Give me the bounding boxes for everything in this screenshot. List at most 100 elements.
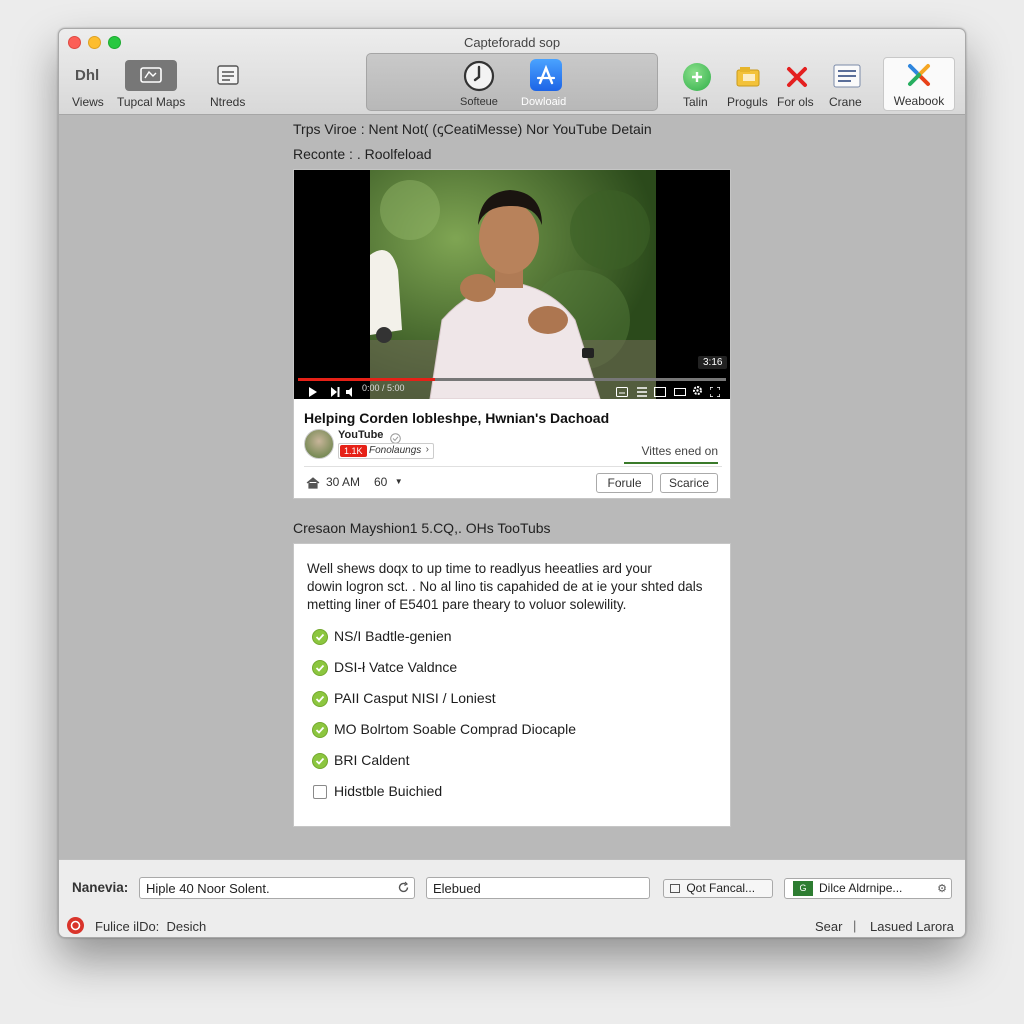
dropdown-arrow-icon: ▼ xyxy=(394,477,403,486)
toolbar-download[interactable]: Dowloaid xyxy=(517,56,587,110)
description-line-1: Well shews doqx to up time to readlyus h… xyxy=(307,561,652,576)
lasued-link[interactable]: Lasued Larora xyxy=(870,919,954,934)
fancal-button[interactable]: Qot Fancal... xyxy=(663,879,773,898)
check-item-label: Hidstble Buichied xyxy=(334,783,443,799)
count-value: 60 xyxy=(374,475,388,489)
colorful-x-icon xyxy=(906,62,932,93)
status-alert-icon xyxy=(67,917,84,934)
views-underline xyxy=(624,462,718,464)
elebued-input[interactable]: Elebued xyxy=(426,877,650,899)
aldrnipe-value: Dilce Aldrnipe... xyxy=(819,881,903,895)
fullscreen-icon[interactable] xyxy=(709,384,721,399)
titlebar: Capteforadd sop Dhl Views Tupcal Maps Nt… xyxy=(59,29,965,115)
check-circle-icon xyxy=(312,660,328,676)
fancal-label: Qot Fancal... xyxy=(686,881,756,895)
check-circle-icon xyxy=(312,722,328,738)
search-button[interactable]: Scarice xyxy=(660,473,718,493)
status-separator: | xyxy=(853,918,857,933)
channel-avatar[interactable] xyxy=(304,429,334,459)
maps-icon xyxy=(125,60,177,91)
app-window: Capteforadd sop Dhl Views Tupcal Maps Nt… xyxy=(58,28,966,938)
home-icon[interactable] xyxy=(306,476,320,494)
chevron-right-icon: › xyxy=(425,444,429,455)
toolbar-talin[interactable]: Talin xyxy=(677,59,717,113)
duration-badge: 3:16 xyxy=(698,356,728,369)
description-panel: Well shews doqx to up time to readlyus h… xyxy=(293,543,731,827)
green-plus-icon xyxy=(683,63,711,91)
page-heading: Trps Viroe : Nent Not( (ꞔCeatiMesse) Nor… xyxy=(293,121,652,137)
toolbar-segment-group: Softeue Dowloaid xyxy=(366,53,658,111)
checkbox-empty-icon xyxy=(313,785,327,799)
check-item-label: BRI Caldent xyxy=(334,752,410,768)
time-text: 30 AM xyxy=(326,475,361,489)
software-label: Softeue xyxy=(460,96,498,108)
search-link[interactable]: Sear xyxy=(815,919,842,934)
nav-input-value: Hiple 40 Noor Solent. xyxy=(146,881,270,896)
nav-input[interactable]: Hiple 40 Noor Solent. xyxy=(139,877,415,899)
proguis-label: Proguls xyxy=(727,95,768,109)
toolbar-forals[interactable]: For ols xyxy=(775,59,819,113)
subscribe-button[interactable]: 1.1K Fonolaungs › xyxy=(338,443,434,459)
follow-button[interactable]: Forule xyxy=(596,473,653,493)
toolbar-software[interactable]: Softeue xyxy=(445,56,515,110)
download-label: Dowloaid xyxy=(521,96,567,108)
dhl-text: Dhl xyxy=(75,67,100,84)
bottom-bar: Nanevia: Hiple 40 Noor Solent. Elebued Q… xyxy=(59,859,965,937)
toolbar-typical-maps[interactable]: Tupcal Maps xyxy=(115,59,191,113)
subscribe-badge: 1.1K xyxy=(340,445,367,457)
window-title: Capteforadd sop xyxy=(463,35,561,50)
views-text: Vittes ened on xyxy=(641,444,718,458)
theater-icon[interactable] xyxy=(674,384,686,399)
check-circle-icon xyxy=(312,753,328,769)
chapters-icon[interactable] xyxy=(636,384,648,399)
red-x-icon xyxy=(785,65,809,94)
time-label: 0:00 / 5:00 xyxy=(362,383,405,393)
folder-icon xyxy=(735,65,761,94)
video-frame xyxy=(370,170,656,399)
table-icon xyxy=(833,64,861,93)
crane-label: Crane xyxy=(829,95,862,109)
check-circle-icon xyxy=(312,629,328,645)
count-select[interactable]: 60 ▼ xyxy=(374,475,403,489)
toolbar-ntreds[interactable]: Ntreds xyxy=(205,59,251,113)
video-card: 3:16 0:00 / 5:00 Helping Corden lobleshp… xyxy=(293,169,731,499)
check-item-label: MO Bolrtom Soable Comprad Diocaple xyxy=(334,721,576,737)
toolbar-views[interactable]: Dhl Views xyxy=(67,59,111,113)
green-app-icon: G xyxy=(793,881,813,896)
forals-label: For ols xyxy=(777,95,814,109)
toolbar-crane[interactable]: Crane xyxy=(825,59,869,113)
aldrnipe-input[interactable]: G Dilce Aldrnipe... ⚙ xyxy=(784,878,952,899)
toolbar-weabook[interactable]: Weabook xyxy=(883,57,955,111)
video-title[interactable]: Helping Corden lobleshpe, Hwnian's Dacho… xyxy=(304,410,609,426)
volume-icon[interactable] xyxy=(346,384,358,399)
refresh-icon[interactable] xyxy=(397,881,410,897)
views-label: Views xyxy=(72,95,104,109)
play-icon[interactable] xyxy=(308,384,318,399)
next-icon[interactable] xyxy=(330,384,340,399)
description-line-3: metting liner of E5401 pare theary to vo… xyxy=(307,597,627,612)
list-icon xyxy=(217,65,239,90)
clock-icon xyxy=(463,60,495,97)
app-store-icon xyxy=(530,59,562,91)
check-item-label: NS/I Badtle-genien xyxy=(334,628,452,644)
status-text: Fulice ilDo: Desich xyxy=(95,919,207,934)
check-item-label: PAII Casput NISI / Loniest xyxy=(334,690,496,706)
section-title: Cresaon Mayshion1 5.CQ,. OHs TooTubs xyxy=(293,520,551,536)
channel-name[interactable]: YouTube xyxy=(338,429,383,441)
progress-fill xyxy=(298,378,435,381)
page-subheading: Reconte : . Roolfeload xyxy=(293,146,432,162)
settings-small-icon[interactable]: ⚙ xyxy=(937,882,947,895)
weabook-label: Weabook xyxy=(893,94,945,108)
miniplayer-icon[interactable] xyxy=(654,384,666,399)
talin-label: Talin xyxy=(683,95,708,109)
ntreds-label: Ntreds xyxy=(210,95,246,109)
description-line-2: dowin logron sct. . No al lino tis capah… xyxy=(307,579,703,594)
check-circle-icon xyxy=(312,691,328,707)
subtitles-icon[interactable] xyxy=(616,384,628,399)
nav-label: Nanevia: xyxy=(72,880,129,895)
toolbar-proguis[interactable]: Proguls xyxy=(725,59,771,113)
progress-track[interactable] xyxy=(298,378,726,381)
subscribe-text: Fonolaungs xyxy=(369,445,422,456)
settings-gear-icon[interactable] xyxy=(692,383,703,399)
video-player[interactable]: 3:16 0:00 / 5:00 xyxy=(294,170,730,399)
